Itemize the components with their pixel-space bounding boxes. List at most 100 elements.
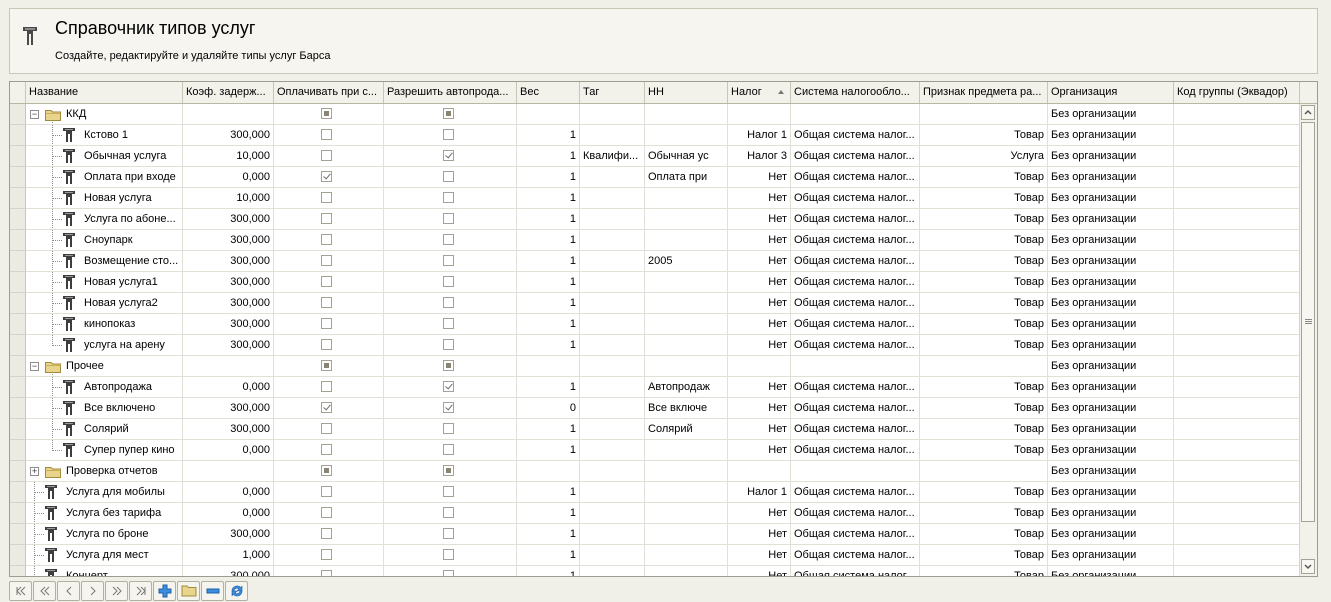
cell-tag[interactable]: Квалифи... (580, 146, 645, 167)
cell-tax[interactable]: Нет (728, 440, 791, 461)
row-indicator[interactable] (10, 524, 26, 545)
cell-name[interactable]: Возмещение сто... (26, 251, 183, 272)
column-header-name[interactable]: Название (26, 82, 183, 103)
table-row[interactable]: Обычная услуга 10,000 1 Квалифи... Обычная у… (10, 146, 1300, 167)
cell-group[interactable] (1174, 104, 1300, 125)
cell-group[interactable] (1174, 482, 1300, 503)
cell-weight[interactable]: 1 (517, 209, 580, 230)
cell-org[interactable]: Без организации (1048, 419, 1174, 440)
cell-org[interactable]: Без организации (1048, 272, 1174, 293)
cell-org[interactable]: Без организации (1048, 230, 1174, 251)
cell-nn[interactable] (645, 104, 728, 125)
checkbox-auto[interactable] (443, 402, 454, 413)
cell-tag[interactable] (580, 566, 645, 576)
checkbox-pay[interactable] (321, 213, 332, 224)
cell-tax[interactable] (728, 461, 791, 482)
cell-sign[interactable]: Товар (920, 419, 1048, 440)
cell-org[interactable]: Без организации (1048, 482, 1174, 503)
cell-taxsys[interactable]: Общая система налог... (791, 503, 920, 524)
cell-tax[interactable]: Налог 1 (728, 482, 791, 503)
cell-name[interactable]: Все включено (26, 398, 183, 419)
cell-tax[interactable]: Нет (728, 251, 791, 272)
checkbox-pay[interactable] (321, 423, 332, 434)
cell-tax[interactable]: Нет (728, 314, 791, 335)
refresh-button[interactable] (225, 581, 248, 601)
cell-sign[interactable] (920, 104, 1048, 125)
cell-group[interactable] (1174, 230, 1300, 251)
cell-name[interactable]: кинопоказ (26, 314, 183, 335)
table-row[interactable]: Услуга без тарифа 0,000 1 Нет Общая система … (10, 503, 1300, 524)
cell-coef[interactable]: 0,000 (183, 482, 274, 503)
next-record-button[interactable] (81, 581, 104, 601)
checkbox-auto[interactable] (443, 486, 454, 497)
checkbox-auto[interactable] (443, 381, 454, 392)
cell-weight[interactable]: 1 (517, 167, 580, 188)
cell-coef[interactable]: 300,000 (183, 209, 274, 230)
column-header-tax[interactable]: Налог (728, 82, 791, 103)
checkbox-auto[interactable] (443, 234, 454, 245)
cell-tag[interactable] (580, 272, 645, 293)
column-header-tag[interactable]: Таг (580, 82, 645, 103)
cell-tag[interactable] (580, 293, 645, 314)
table-row[interactable]: Солярий 300,000 1 Солярий Нет Общая система н… (10, 419, 1300, 440)
cell-tag[interactable] (580, 440, 645, 461)
row-indicator[interactable] (10, 209, 26, 230)
cell-tag[interactable] (580, 230, 645, 251)
row-indicator[interactable] (10, 272, 26, 293)
checkbox-auto[interactable] (443, 318, 454, 329)
cell-name[interactable]: + Проверка отчетов (26, 461, 183, 482)
cell-name[interactable]: Обычная услуга (26, 146, 183, 167)
checkbox-auto[interactable] (443, 171, 454, 182)
cell-tag[interactable] (580, 209, 645, 230)
cell-group[interactable] (1174, 398, 1300, 419)
table-row[interactable]: Оплата при входе 0,000 1 Оплата при Нет Общая… (10, 167, 1300, 188)
checkbox-pay[interactable] (321, 192, 332, 203)
table-row[interactable]: Услуга по абоне... 300,000 1 Нет Общая систе… (10, 209, 1300, 230)
cell-coef[interactable]: 0,000 (183, 503, 274, 524)
cell-tag[interactable] (580, 545, 645, 566)
cell-sign[interactable]: Товар (920, 188, 1048, 209)
cell-weight[interactable]: 1 (517, 272, 580, 293)
cell-taxsys[interactable] (791, 356, 920, 377)
cell-sign[interactable]: Товар (920, 377, 1048, 398)
cell-nn[interactable] (645, 356, 728, 377)
cell-coef[interactable]: 300,000 (183, 419, 274, 440)
first-record-button[interactable] (9, 581, 32, 601)
checkbox-auto[interactable] (443, 213, 454, 224)
cell-org[interactable]: Без организации (1048, 188, 1174, 209)
row-indicator[interactable] (10, 440, 26, 461)
scroll-thumb[interactable] (1301, 122, 1315, 522)
cell-taxsys[interactable]: Общая система налог... (791, 125, 920, 146)
cell-tag[interactable] (580, 314, 645, 335)
cell-group[interactable] (1174, 419, 1300, 440)
cell-group[interactable] (1174, 293, 1300, 314)
cell-org[interactable]: Без организации (1048, 461, 1174, 482)
cell-tag[interactable] (580, 503, 645, 524)
cell-nn[interactable] (645, 524, 728, 545)
cell-nn[interactable]: Обычная ус (645, 146, 728, 167)
cell-coef[interactable]: 300,000 (183, 272, 274, 293)
cell-taxsys[interactable]: Общая система налог... (791, 419, 920, 440)
cell-taxsys[interactable]: Общая система налог... (791, 230, 920, 251)
cell-nn[interactable] (645, 440, 728, 461)
table-row[interactable]: Новая услуга 10,000 1 Нет Общая система нало… (10, 188, 1300, 209)
cell-name[interactable]: Солярий (26, 419, 183, 440)
cell-tax[interactable]: Налог 1 (728, 125, 791, 146)
cell-coef[interactable] (183, 461, 274, 482)
cell-group[interactable] (1174, 125, 1300, 146)
cell-org[interactable]: Без организации (1048, 356, 1174, 377)
vertical-scrollbar[interactable] (1299, 104, 1317, 576)
cell-tag[interactable] (580, 167, 645, 188)
cell-group[interactable] (1174, 251, 1300, 272)
cell-group[interactable] (1174, 272, 1300, 293)
cell-taxsys[interactable]: Общая система налог... (791, 146, 920, 167)
checkbox-pay[interactable] (321, 297, 332, 308)
prev-record-button[interactable] (57, 581, 80, 601)
cell-tax[interactable]: Нет (728, 377, 791, 398)
cell-nn[interactable]: Солярий (645, 419, 728, 440)
cell-sign[interactable]: Товар (920, 167, 1048, 188)
table-row[interactable]: Концерт 300,000 1 Нет Общая система налог...… (10, 566, 1300, 576)
cell-group[interactable] (1174, 524, 1300, 545)
checkbox-auto[interactable] (443, 507, 454, 518)
cell-tag[interactable] (580, 335, 645, 356)
